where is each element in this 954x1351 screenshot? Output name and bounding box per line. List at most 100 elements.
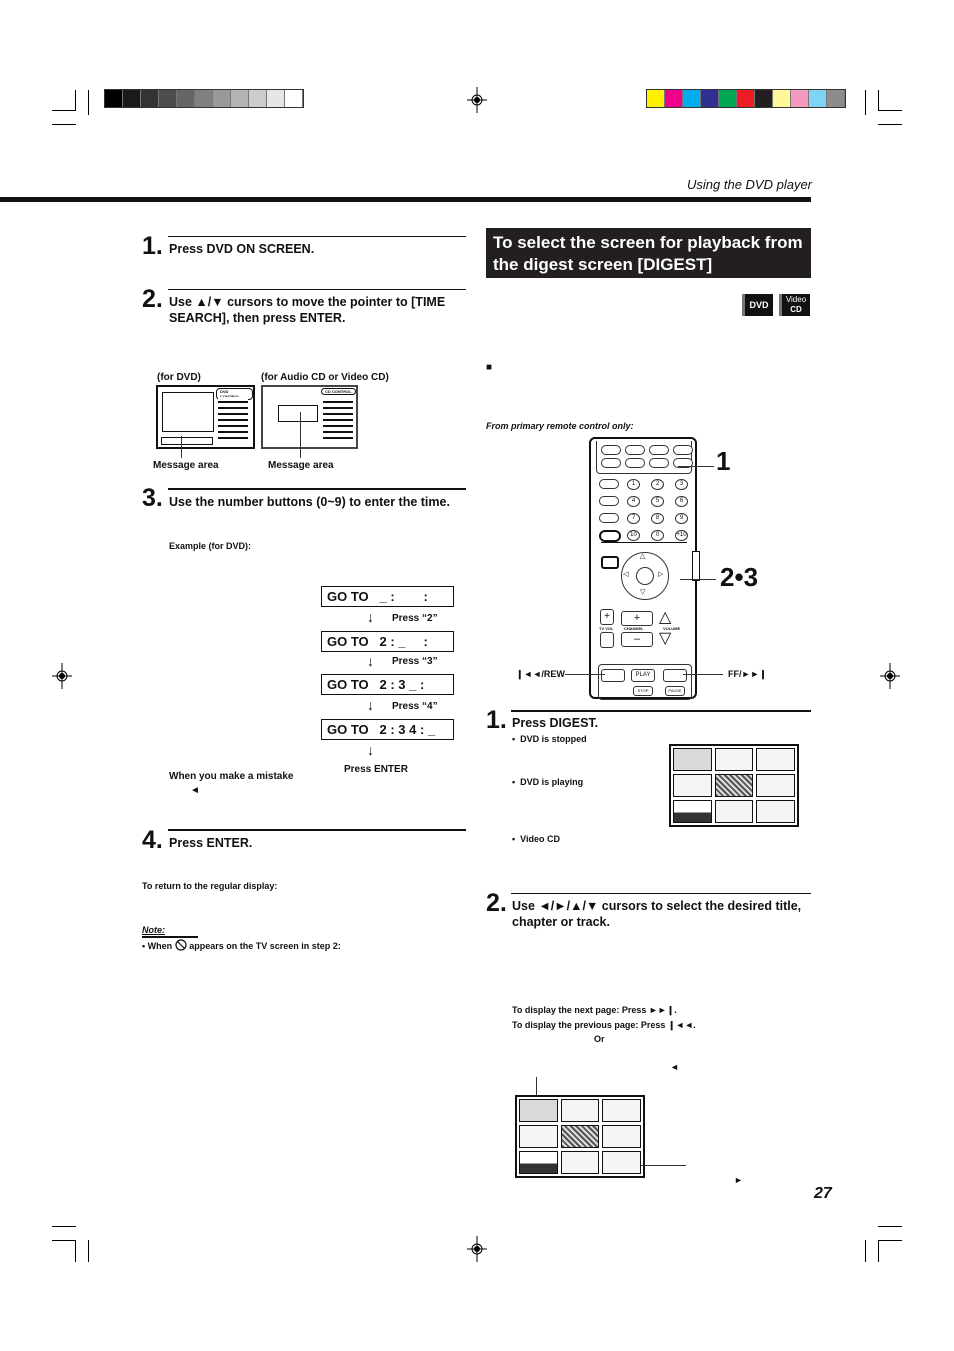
calibration-swatch <box>719 90 737 107</box>
square-bullet: ■ <box>486 362 493 373</box>
digest-thumbnail[interactable] <box>560 1151 600 1174</box>
tv-vol-minus <box>600 632 614 648</box>
calibration-swatch <box>647 90 665 107</box>
volume-plus: △ <box>659 609 672 626</box>
remote-function-button <box>673 445 693 455</box>
remote-function-button <box>601 458 621 468</box>
tv-vol-plus: + <box>600 609 614 625</box>
example-label: Example (for DVD): <box>169 541 252 551</box>
digest-thumbnail[interactable] <box>756 748 795 771</box>
crop-mark <box>878 110 902 111</box>
header-rule <box>0 197 811 202</box>
callout-line <box>683 674 723 675</box>
step-instruction: Press ENTER. <box>169 836 253 850</box>
calibration-swatch <box>267 90 285 107</box>
remote-side-button <box>599 513 619 523</box>
remote-number-button: 1 <box>627 479 640 490</box>
dvd-control-screen: DVD CONTROL <box>156 385 255 449</box>
bullet-item: • DVD is playing <box>512 777 584 787</box>
press-enter-label: Press ENTER <box>344 764 408 775</box>
crop-mark <box>878 1240 879 1262</box>
digest-thumbnail[interactable] <box>602 1151 641 1174</box>
cd-control-screen: CD CONTROL <box>261 385 358 449</box>
arrow-down-icon: ↓ <box>367 697 374 713</box>
step-number: 2. <box>142 285 163 313</box>
step-number: 2. <box>486 889 507 917</box>
digest-thumbnail[interactable] <box>714 800 754 823</box>
callout-line <box>565 674 605 675</box>
remote-number-button: 8 <box>651 513 664 524</box>
screen-label-cd: (for Audio CD or Video CD) <box>261 372 389 383</box>
callout-step-1: 1 <box>716 446 731 476</box>
arrow-down-icon: ↓ <box>367 609 374 625</box>
registration-mark-icon <box>880 663 900 689</box>
goto-display: GO TO 2 : 3 4 : _ <box>321 719 454 740</box>
remote-side-button <box>599 496 619 506</box>
calibration-swatch <box>791 90 809 107</box>
badge-text: DVD <box>749 300 769 310</box>
digest-thumbnail[interactable] <box>602 1125 641 1148</box>
remote-function-button <box>601 445 621 455</box>
digest-thumbnail[interactable] <box>602 1099 641 1122</box>
digest-thumbnail[interactable] <box>756 774 795 797</box>
volume-minus: ▽ <box>659 630 672 647</box>
step-divider <box>511 710 811 712</box>
callout-line <box>300 412 301 458</box>
calibration-swatch <box>701 90 719 107</box>
or-label: Or <box>594 1034 605 1044</box>
calibration-swatch <box>213 90 231 107</box>
step-divider <box>511 893 811 894</box>
digest-thumbnail[interactable] <box>560 1099 600 1122</box>
note-text-start: When <box>147 941 173 951</box>
panel-title: CD CONTROL <box>321 388 356 395</box>
digest-thumbnail[interactable] <box>714 774 754 797</box>
crop-mark <box>865 1240 866 1262</box>
crop-mark <box>52 1240 76 1241</box>
digest-thumbnail[interactable] <box>673 748 712 771</box>
crop-mark <box>88 90 89 115</box>
step-instruction: Use ▲/▼ cursors to move the pointer to [… <box>169 295 446 325</box>
calibration-swatch <box>737 90 755 107</box>
calibration-swatch <box>827 90 845 107</box>
digest-screen-thumbnail-grid <box>515 1095 645 1178</box>
side-switch <box>692 551 700 581</box>
step-number: 1. <box>142 232 163 260</box>
step-number: 1. <box>486 706 507 734</box>
digest-thumbnail[interactable] <box>673 774 712 797</box>
callout-line <box>181 436 182 458</box>
bullet-text: Video CD <box>520 834 560 844</box>
remote-number-button: 5 <box>651 496 664 507</box>
next-page-instruction: To display the next page: Press ►►❙. <box>512 1005 677 1015</box>
return-label: To return to the regular display: <box>142 881 278 891</box>
left-arrow-icon: ◄ <box>190 785 200 796</box>
callout-step-2-3: 2•3 <box>720 562 759 592</box>
digest-thumbnail[interactable] <box>560 1125 600 1148</box>
channel-plus: + <box>621 611 653 626</box>
calibration-swatch <box>231 90 249 107</box>
dvd-badge: DVD <box>742 294 773 316</box>
callout-line <box>678 466 714 467</box>
calibration-swatch <box>683 90 701 107</box>
remote-number-button: 4 <box>627 496 640 507</box>
digest-thumbnail[interactable] <box>756 800 795 823</box>
step-divider <box>168 289 466 290</box>
crop-mark <box>878 1240 902 1241</box>
remote-number-button: 10 <box>627 530 640 541</box>
prohibited-icon <box>175 939 187 951</box>
remote-function-button <box>625 445 645 455</box>
remote-number-button: 3 <box>675 479 688 490</box>
remote-side-button <box>599 530 621 542</box>
right-arrow-icon: ▷ <box>658 571 664 578</box>
goto-display: GO TO 2 : 3 _ : <box>321 674 454 695</box>
remote-number-button: 6 <box>675 496 688 507</box>
bullet-text: DVD is playing <box>520 777 584 787</box>
digest-thumbnail[interactable] <box>673 800 712 823</box>
up-arrow-icon: △ <box>640 553 646 560</box>
step-instruction: Press DVD ON SCREEN. <box>169 242 315 256</box>
crop-mark <box>878 90 879 110</box>
digest-thumbnail[interactable] <box>519 1099 558 1122</box>
digest-thumbnail[interactable] <box>519 1151 558 1174</box>
digest-thumbnail[interactable] <box>714 748 754 771</box>
remote-control-illustration: 1 2 3 4 5 6 7 8 9 10 0 +10 △ ▽ ◁ ▷ + TV VOL + CHANN… <box>589 437 700 700</box>
digest-thumbnail[interactable] <box>519 1125 558 1148</box>
